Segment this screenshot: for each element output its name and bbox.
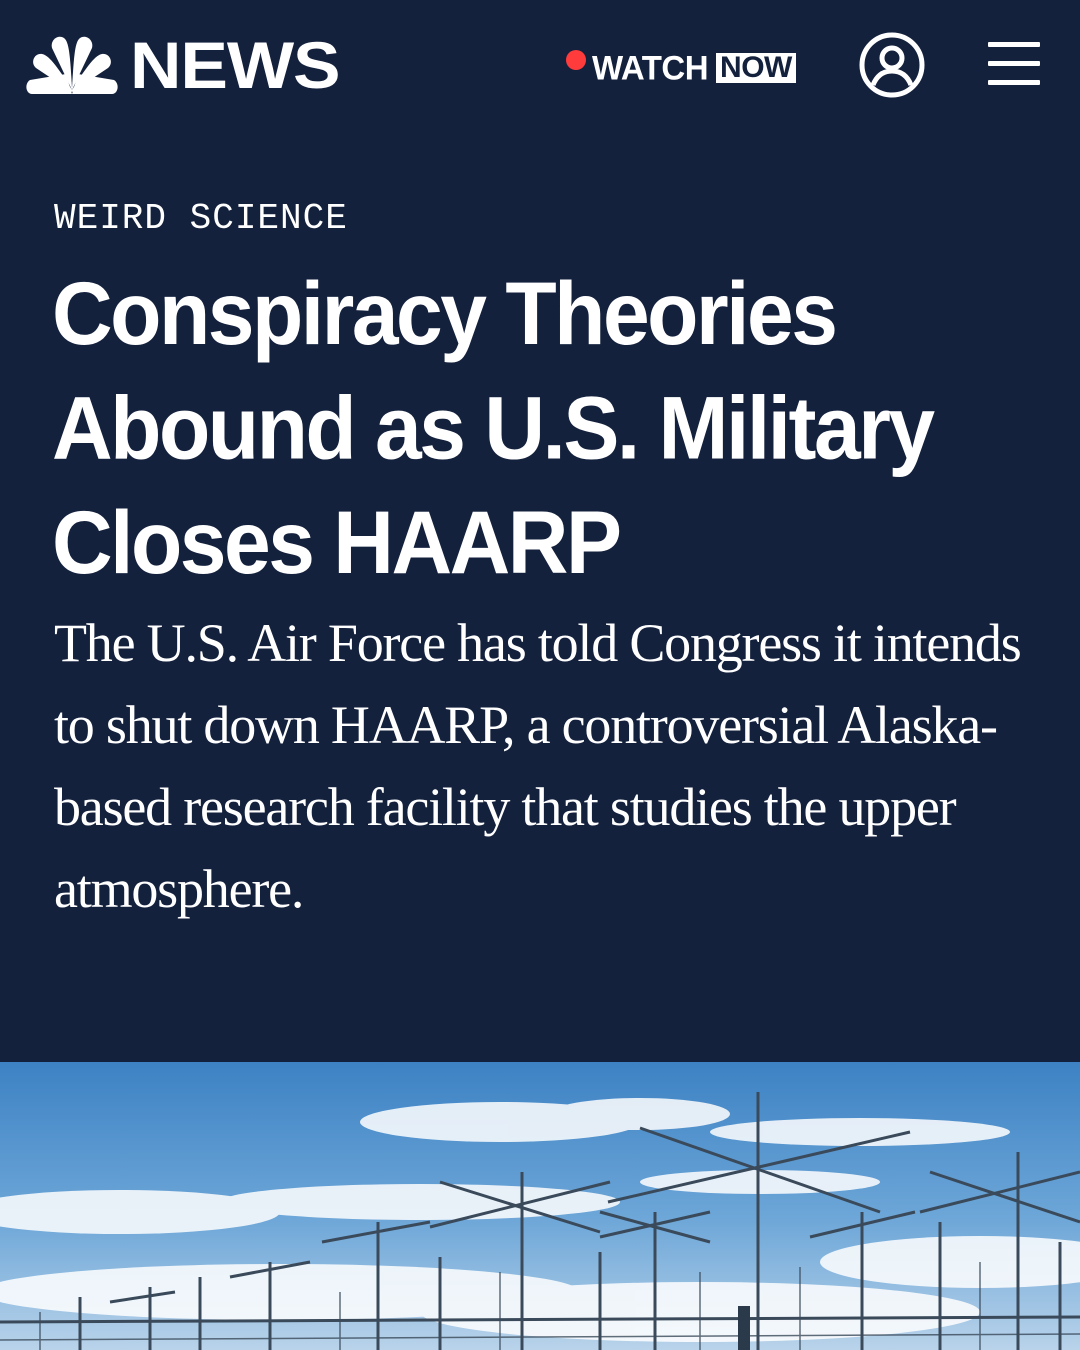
watch-now-button[interactable]: WATCH NOW — [566, 48, 796, 88]
user-circle-icon — [859, 32, 925, 98]
article-headline: Conspiracy Theories Abound as U.S. Milit… — [52, 263, 935, 593]
hamburger-menu-icon — [988, 61, 1040, 66]
now-badge: NOW — [716, 53, 796, 83]
hamburger-menu-icon — [988, 42, 1040, 47]
watch-label: WATCH — [592, 48, 709, 87]
hamburger-menu-icon — [988, 80, 1040, 85]
article-dek: The U.S. Air Force has told Congress it … — [54, 613, 1022, 919]
peacock-icon — [26, 36, 118, 94]
logo-wordmark: NEWS — [130, 28, 341, 102]
article-kicker[interactable]: WEIRD SCIENCE — [54, 198, 348, 240]
site-header: NEWS WATCH NOW — [0, 0, 1080, 130]
account-button[interactable] — [858, 31, 926, 99]
live-dot-icon — [566, 50, 586, 70]
menu-button[interactable] — [988, 42, 1042, 86]
nbc-news-logo[interactable]: NEWS — [26, 30, 341, 100]
hero-image — [0, 1062, 1080, 1350]
antenna-array-photo — [0, 1062, 1080, 1350]
